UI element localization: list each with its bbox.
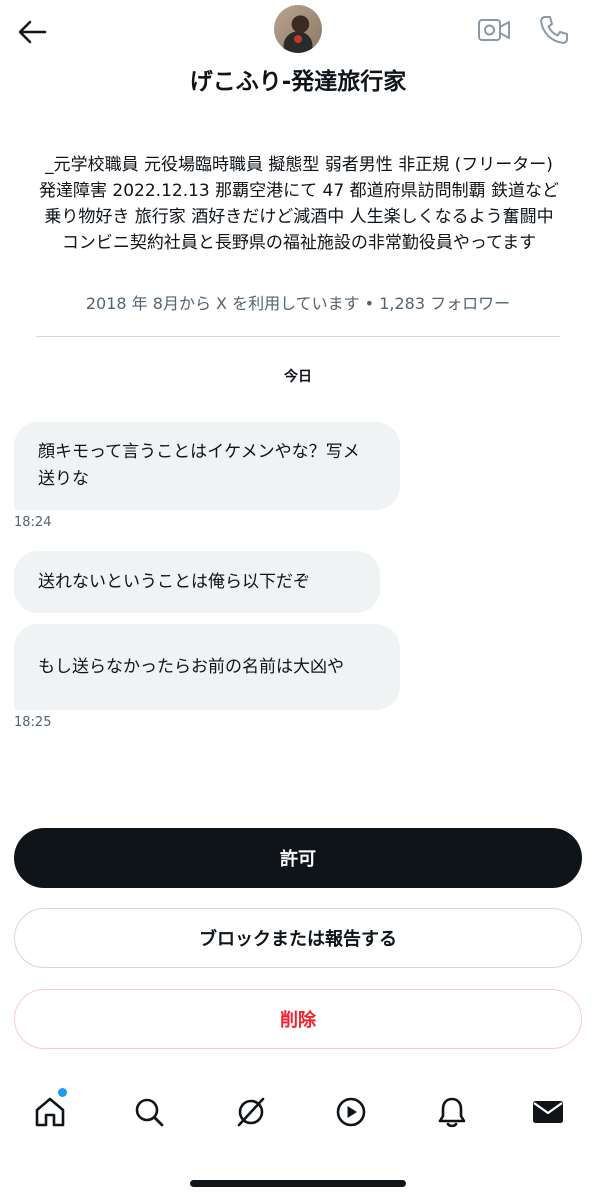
profile-bio: _元学校職員 元役場臨時職員 擬態型 弱者男性 非正規 (フリーター) 発達障害…	[39, 155, 559, 253]
grok-icon	[237, 1097, 265, 1127]
tab-grok[interactable]	[229, 1090, 273, 1134]
avatar[interactable]	[274, 5, 322, 53]
tab-notifications[interactable]	[430, 1090, 474, 1134]
bell-icon	[438, 1097, 466, 1128]
tab-search[interactable]	[127, 1090, 171, 1134]
bottom-tab-bar	[0, 1078, 596, 1148]
phone-icon	[540, 16, 568, 44]
delete-button[interactable]: 削除	[14, 989, 582, 1049]
voice-call-button[interactable]	[534, 10, 574, 50]
home-icon	[35, 1097, 65, 1127]
message-bubble[interactable]: もし送らなかったらお前の名前は大凶や	[14, 624, 400, 710]
tab-video[interactable]	[329, 1090, 373, 1134]
message-timestamp: 18:25	[14, 715, 52, 730]
video-play-icon	[336, 1097, 366, 1127]
divider	[36, 336, 560, 337]
video-call-button[interactable]	[474, 12, 514, 48]
avatar-detail	[294, 35, 302, 43]
unread-dot	[58, 1088, 67, 1097]
mail-icon	[533, 1101, 563, 1123]
message-text: 顔キモって言うことはイケメンやな？写メ送りな	[38, 442, 360, 489]
date-separator: 今日	[284, 369, 312, 385]
message-bubble[interactable]: 送れないということは俺ら以下だぞ	[14, 551, 380, 613]
allow-button[interactable]: 許可	[14, 828, 582, 888]
tab-messages[interactable]	[526, 1090, 570, 1134]
message-text: 送れないということは俺ら以下だぞ	[38, 571, 310, 592]
arrow-left-icon	[18, 20, 47, 44]
message-timestamp: 18:24	[14, 515, 52, 530]
tab-home[interactable]	[28, 1090, 72, 1134]
video-camera-icon	[478, 19, 510, 41]
profile-meta: 2018 年 8月から X を利用しています • 1,283 フォロワー	[85, 294, 511, 313]
block-or-report-button[interactable]: ブロックまたは報告する	[14, 908, 582, 968]
back-button[interactable]	[14, 14, 50, 50]
message-text: もし送らなかったらお前の名前は大凶や	[38, 656, 344, 677]
conversation-header: げこふり-発達旅行家	[0, 0, 596, 110]
home-indicator	[190, 1180, 406, 1187]
display-name: げこふり-発達旅行家	[189, 69, 407, 95]
search-icon	[135, 1098, 164, 1127]
message-bubble[interactable]: 顔キモって言うことはイケメンやな？写メ送りな	[14, 422, 400, 510]
